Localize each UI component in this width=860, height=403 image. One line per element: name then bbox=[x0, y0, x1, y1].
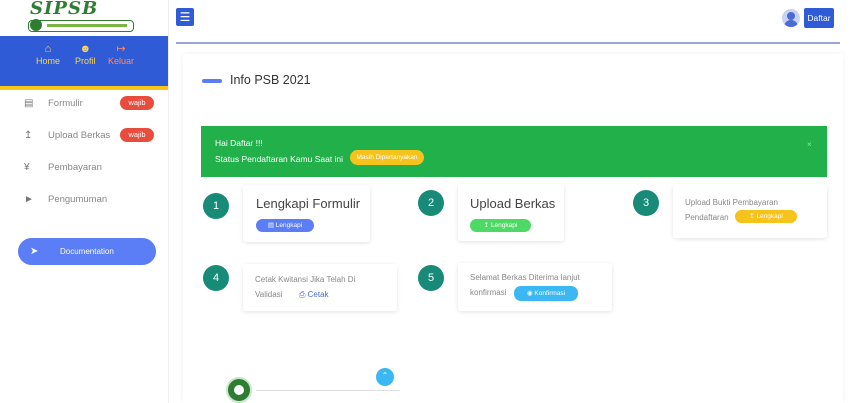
alert-status-text: Status Pendaftaran Kamu Saat ini bbox=[215, 154, 344, 164]
step-number: 1 bbox=[203, 193, 229, 219]
button-label: Cetak bbox=[307, 290, 329, 299]
logo-banner-stripe bbox=[47, 24, 127, 27]
status-badge: Masih Dipertanyakan bbox=[350, 150, 424, 165]
form-icon: ▤ bbox=[267, 222, 276, 229]
cetak-link[interactable]: ⎙ Cetak bbox=[299, 290, 329, 300]
footer-logo-icon bbox=[226, 377, 252, 403]
scroll-top-button[interactable]: ⌃ bbox=[376, 368, 394, 386]
step-text-line: konfirmasi bbox=[470, 288, 507, 297]
step-title: Upload Berkas bbox=[470, 196, 556, 211]
button-label: Lengkapi bbox=[275, 222, 303, 229]
step-card-upload bbox=[458, 184, 564, 241]
sidebar-item-pengumuman[interactable]: ► Pengumuman bbox=[24, 190, 107, 208]
user-menu-button[interactable]: Daftar bbox=[804, 8, 834, 28]
step-number: 3 bbox=[633, 190, 659, 216]
step-number: 5 bbox=[418, 265, 444, 291]
step-number: 2 bbox=[418, 190, 444, 216]
sidebar-item-pembayaran[interactable]: ¥ Pembayaran bbox=[24, 158, 102, 176]
avatar[interactable] bbox=[782, 9, 800, 27]
sidebar-item-upload-berkas[interactable]: ↥ Upload Berkas bbox=[24, 126, 110, 144]
logo-text[interactable]: SIPSB bbox=[30, 0, 98, 19]
topbar-divider bbox=[176, 42, 840, 44]
step-text-line: Upload Bukti Pembayaran bbox=[685, 198, 778, 207]
menu-toggle-button[interactable]: ☰ bbox=[176, 8, 194, 26]
button-label: Lengkapi bbox=[756, 213, 783, 220]
page-title: Info PSB 2021 bbox=[230, 73, 311, 87]
title-accent bbox=[202, 79, 222, 83]
upload-icon: ↥ bbox=[24, 129, 33, 141]
sidebar: SIPSB ⌂ Home ☻ Profil ↦ Keluar ▤ Formuli… bbox=[0, 0, 169, 403]
wajib-badge: wajib bbox=[120, 96, 154, 110]
menu-home[interactable]: ⌂ Home bbox=[36, 42, 60, 66]
close-icon[interactable]: × bbox=[807, 140, 812, 149]
sidebar-item-label: Formulir bbox=[48, 97, 83, 109]
sidebar-item-label: Pengumuman bbox=[48, 193, 108, 205]
step-number: 4 bbox=[203, 265, 229, 291]
alert-greeting: Hai Daftar !!! bbox=[215, 138, 263, 148]
step-text-line: Validasi bbox=[255, 290, 283, 299]
step-text-line: Cetak Kwitansi Jika Telah Di bbox=[255, 275, 356, 284]
lengkapi-pembayaran-button[interactable]: ↥ Lengkapi bbox=[735, 210, 797, 223]
button-label: Lengkapi bbox=[490, 222, 518, 229]
sidebar-item-label: Upload Berkas bbox=[48, 129, 111, 141]
logo-emblem-icon bbox=[30, 19, 42, 31]
documentation-label: Documentation bbox=[60, 247, 114, 256]
home-icon: ⌂ bbox=[44, 43, 52, 55]
menu-profil[interactable]: ☻ Profil bbox=[75, 42, 96, 66]
step-text-line: Selamat Berkas Diterima lanjut bbox=[470, 273, 580, 282]
step-title: Lengkapi Formulir bbox=[256, 196, 361, 211]
button-label: Konfirmasi bbox=[534, 290, 566, 297]
megaphone-icon: ► bbox=[24, 193, 34, 205]
print-icon: ⎙ bbox=[299, 290, 308, 299]
menu-keluar[interactable]: ↦ Keluar bbox=[108, 42, 134, 66]
users-icon: ☻ bbox=[79, 43, 92, 55]
money-icon: ¥ bbox=[24, 161, 30, 173]
lengkapi-upload-button[interactable]: ↥ Lengkapi bbox=[470, 219, 531, 232]
menu-keluar-label: Keluar bbox=[108, 56, 135, 66]
konfirmasi-button[interactable]: ◉ Konfirmasi bbox=[514, 286, 578, 301]
status-alert: Hai Daftar !!! Status Pendaftaran Kamu S… bbox=[201, 126, 827, 177]
upload-icon: ↥ bbox=[483, 222, 491, 229]
step-card-formulir bbox=[243, 185, 370, 242]
footer-divider bbox=[256, 390, 400, 391]
lengkapi-formulir-button[interactable]: ▤ Lengkapi bbox=[256, 219, 314, 232]
sign-out-icon: ↦ bbox=[116, 43, 126, 55]
rocket-icon: ➤ bbox=[30, 246, 39, 257]
menu-profil-label: Profil bbox=[75, 56, 96, 66]
chevron-up-icon: ⌃ bbox=[381, 371, 389, 380]
documentation-button[interactable]: ➤ Documentation bbox=[18, 238, 156, 265]
menu-home-label: Home bbox=[36, 56, 61, 66]
wajib-badge: wajib bbox=[120, 128, 154, 142]
step-text-line: Pendaftaran bbox=[685, 213, 729, 222]
sidebar-item-label: Pembayaran bbox=[48, 161, 102, 173]
form-icon: ▤ bbox=[24, 97, 34, 109]
hamburger-icon: ☰ bbox=[179, 10, 191, 24]
top-menu: ⌂ Home ☻ Profil ↦ Keluar bbox=[0, 36, 168, 90]
sidebar-item-formulir[interactable]: ▤ Formulir bbox=[24, 94, 83, 112]
logo-banner bbox=[28, 20, 134, 32]
